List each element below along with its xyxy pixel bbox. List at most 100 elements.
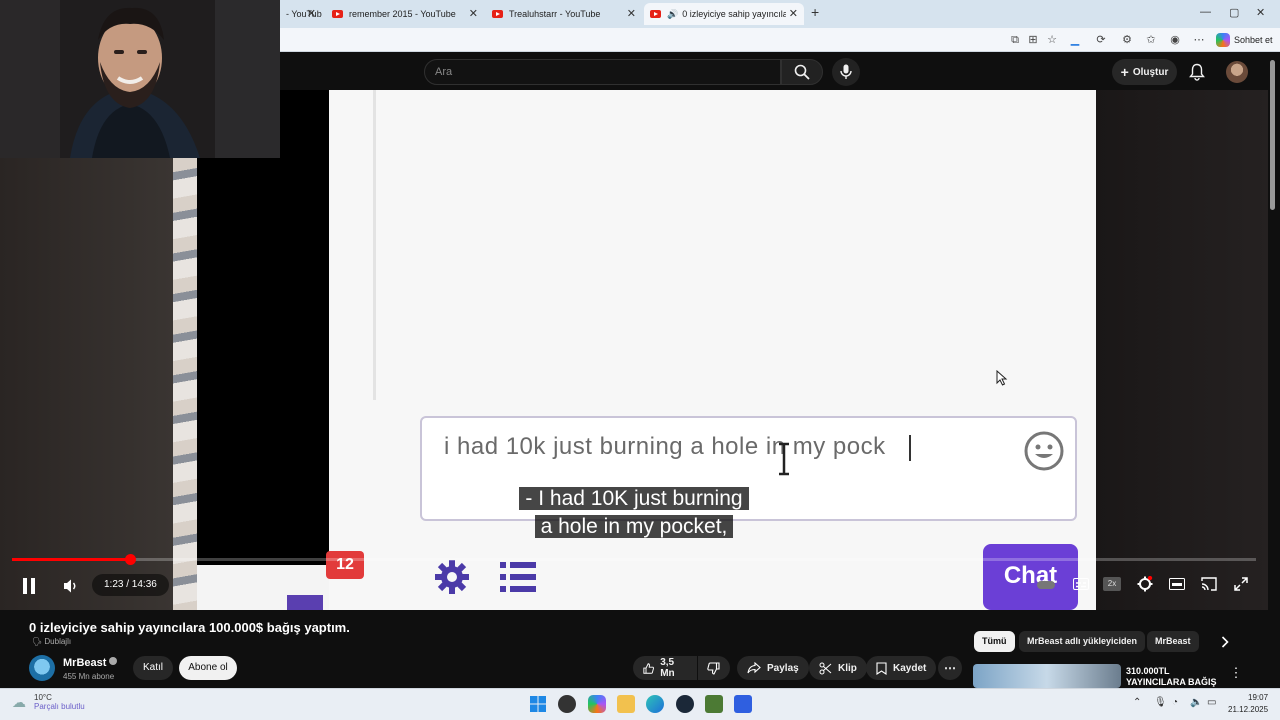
search-button[interactable]	[781, 59, 823, 85]
extensions-icon[interactable]: ⚙	[1120, 33, 1134, 47]
taskbar-app-obs-icon[interactable]	[558, 695, 576, 713]
miniplayer-icon	[1169, 578, 1185, 590]
close-icon[interactable]: ✕	[469, 7, 478, 20]
dislike-icon	[707, 661, 720, 675]
taskbar-edge-icon[interactable]	[646, 695, 664, 713]
bell-icon[interactable]	[1189, 63, 1205, 81]
fullscreen-button[interactable]	[1231, 574, 1251, 594]
clip-button[interactable]: Klip	[809, 656, 867, 680]
autoplay-toggle[interactable]	[1036, 577, 1056, 593]
voice-search-button[interactable]	[832, 58, 860, 86]
favorites-icon[interactable]: ✩	[1144, 33, 1158, 47]
windows-taskbar	[0, 688, 1280, 720]
save-icon	[876, 661, 887, 675]
minimize-button[interactable]: —	[1200, 6, 1211, 18]
recommended-thumbnail[interactable]	[973, 664, 1121, 688]
page-scrollbar[interactable]	[1268, 52, 1278, 688]
filter-chip-all[interactable]: Tümü	[974, 631, 1015, 652]
account-avatar[interactable]	[1226, 61, 1248, 83]
search-icon	[794, 64, 810, 80]
volume-tray-icon[interactable]: 🔈	[1190, 697, 1202, 708]
apps-icon[interactable]: ⊞	[1026, 33, 1040, 47]
cast-button[interactable]	[1199, 574, 1219, 594]
pause-button[interactable]	[16, 573, 42, 599]
taskbar-minecraft-icon[interactable]	[705, 695, 723, 713]
taskbar-copilot-icon[interactable]	[588, 695, 606, 713]
more-icon[interactable]: ⋯	[1192, 33, 1206, 47]
recommended-menu-button[interactable]: ⋮	[1228, 664, 1244, 682]
settings-gear-icon	[435, 560, 469, 594]
recommended-title-line2: YAYINCILARA BAĞIŞ	[1126, 677, 1217, 687]
profile-icon[interactable]: ◉	[1168, 33, 1182, 47]
share-icon	[747, 662, 761, 674]
copilot-icon	[1216, 33, 1230, 47]
taskbar-app-icon[interactable]	[734, 695, 752, 713]
weather-widget[interactable]: 10°C Parçalı bulutlu	[34, 693, 85, 711]
extension-icon[interactable]: ▁	[1068, 33, 1082, 47]
more-actions-button[interactable]: ⋯	[938, 656, 962, 680]
tab-title: - YouTube	[286, 9, 322, 19]
maximize-button[interactable]: ▢	[1229, 6, 1239, 19]
recommended-title[interactable]: 310.000TL YAYINCILARA BAĞIŞ	[1126, 666, 1217, 688]
network-icon[interactable]: ◔	[1172, 697, 1178, 708]
progress-scrubber[interactable]	[125, 554, 136, 565]
taskbar-steam-icon[interactable]	[676, 695, 694, 713]
battery-icon[interactable]: ▭	[1207, 697, 1216, 708]
browser-tab-active[interactable]: 🔊 0 izleyiciye sahip yayıncılara 1 ✕	[644, 3, 804, 25]
volume-icon	[64, 579, 76, 593]
miniplayer-button[interactable]	[1167, 574, 1187, 594]
channel-avatar[interactable]	[29, 655, 55, 681]
search-input[interactable]: Ara	[424, 59, 781, 85]
settings-button[interactable]	[1135, 574, 1155, 594]
browser-tab-1[interactable]: - YouTube ✕	[280, 3, 322, 25]
subtitles-icon	[1073, 578, 1089, 590]
dislike-button[interactable]	[698, 656, 730, 680]
fullscreen-icon	[1234, 577, 1248, 591]
system-clock[interactable]: 19:07 21.12.2025	[1228, 692, 1268, 716]
vertical-dots-icon: ⋮	[1229, 665, 1243, 680]
create-label: Oluştur	[1132, 66, 1169, 78]
subtitles-button[interactable]	[1071, 574, 1091, 594]
new-tab-button[interactable]: +	[811, 4, 819, 20]
refresh-icon[interactable]: ⟳	[1094, 33, 1108, 47]
copilot-chat-button[interactable]: Sohbet et	[1216, 31, 1273, 49]
create-button[interactable]: + Oluştur	[1112, 59, 1177, 85]
save-label: Kaydet	[893, 662, 927, 674]
progress-bar[interactable]	[12, 554, 1256, 565]
tray-chevron-icon[interactable]: ⌃	[1133, 697, 1141, 708]
close-icon[interactable]: ✕	[789, 7, 798, 20]
translate-icon[interactable]: ⧉	[1008, 33, 1022, 47]
windows-start-icon[interactable]	[529, 695, 547, 713]
share-button[interactable]: Paylaş	[737, 656, 809, 680]
video-player[interactable]: i had 10k just burning a hole in my pock…	[0, 90, 1268, 610]
weather-text: Parçalı bulutlu	[34, 702, 85, 711]
caption-line-1: - I had 10K just burning	[0, 487, 1268, 511]
video-striped-object	[173, 158, 197, 610]
taskbar-explorer-icon[interactable]	[617, 695, 635, 713]
like-button[interactable]: 3,5 Mn	[633, 656, 697, 680]
subscribe-button[interactable]: Abone ol	[179, 656, 237, 680]
channel-name[interactable]: MrBeast	[63, 657, 118, 669]
join-button[interactable]: Katıl	[133, 656, 173, 680]
clock-time: 19:07	[1248, 693, 1269, 702]
clip-label: Klip	[838, 662, 857, 674]
favorite-star-icon[interactable]: ☆	[1045, 33, 1059, 47]
volume-button[interactable]	[58, 573, 84, 599]
browser-tab-2[interactable]: remember 2015 - YouTube ✕	[326, 3, 484, 25]
speed-badge[interactable]: 2x	[1103, 577, 1121, 591]
browser-tab-3[interactable]: Trealuhstarr - YouTube ✕	[486, 3, 642, 25]
chips-next-button[interactable]	[1216, 633, 1234, 651]
streamer-webcam-image	[0, 0, 280, 158]
scrollbar-thumb[interactable]	[1270, 60, 1275, 210]
mic-tray-icon[interactable]: 🎙	[1154, 697, 1167, 708]
filter-chip-channel[interactable]: MrBeast	[1147, 631, 1199, 652]
weather-icon: ☁	[12, 694, 26, 710]
close-icon[interactable]: ✕	[307, 7, 316, 20]
save-button[interactable]: Kaydet	[866, 656, 937, 680]
subscriber-count: 455 Mn abone	[63, 672, 115, 681]
close-icon[interactable]: ✕	[627, 7, 636, 20]
filter-chip-uploader[interactable]: MrBeast adlı yükleyiciden	[1019, 631, 1146, 652]
youtube-favicon	[492, 10, 503, 18]
chat-label: Sohbet et	[1234, 35, 1273, 45]
close-window-button[interactable]: ✕	[1256, 6, 1265, 19]
